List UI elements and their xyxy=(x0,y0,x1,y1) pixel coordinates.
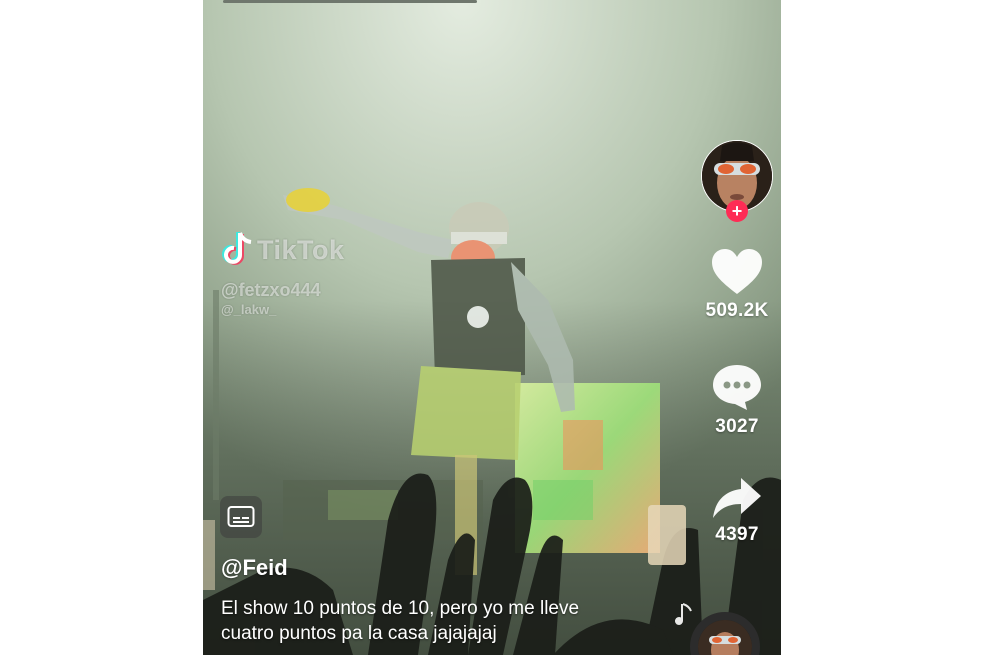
like-action[interactable]: 509.2K xyxy=(705,248,768,322)
tiktok-watermark: TikTok @fetzxo444 @_lakw_ xyxy=(221,230,345,317)
video-feed-screen[interactable]: TikTok @fetzxo444 @_lakw_ + 509.2K 3027 … xyxy=(203,0,781,655)
video-caption: El show 10 puntos de 10, pero yo me llev… xyxy=(221,596,671,646)
sound-disc-image xyxy=(698,620,752,655)
watermark-username-primary: @fetzxo444 xyxy=(221,280,321,300)
like-count: 509.2K xyxy=(705,300,769,321)
creator-username[interactable]: @Feid xyxy=(221,555,288,581)
caption-line-2: cuatro puntos pa la casa jajajajaj xyxy=(221,623,497,644)
follow-button[interactable]: + xyxy=(726,200,748,222)
watermark-brand: TikTok xyxy=(257,234,345,265)
captions-button[interactable] xyxy=(220,496,262,538)
progress-indicator xyxy=(223,0,477,3)
creator-avatar-button[interactable]: + xyxy=(701,140,773,222)
music-note-icon xyxy=(675,603,692,625)
share-arrow-icon[interactable] xyxy=(711,476,763,520)
closed-captions-icon xyxy=(227,506,255,527)
heart-icon[interactable] xyxy=(710,248,764,296)
caption-line-1: El show 10 puntos de 10, pero yo me llev… xyxy=(221,598,580,619)
watermark-username-secondary: @_lakw_ xyxy=(221,302,277,317)
share-action[interactable]: 4397 xyxy=(711,476,763,546)
comment-action[interactable]: 3027 xyxy=(710,362,764,438)
share-count: 4397 xyxy=(715,524,759,545)
comment-bubble-icon[interactable] xyxy=(710,362,764,412)
action-rail: + 509.2K 3027 4397 xyxy=(693,140,781,546)
tiktok-logo-icon xyxy=(222,232,252,265)
watermark-logo-row: TikTok xyxy=(221,230,345,270)
comment-count: 3027 xyxy=(715,416,759,437)
plus-icon: + xyxy=(731,201,743,221)
